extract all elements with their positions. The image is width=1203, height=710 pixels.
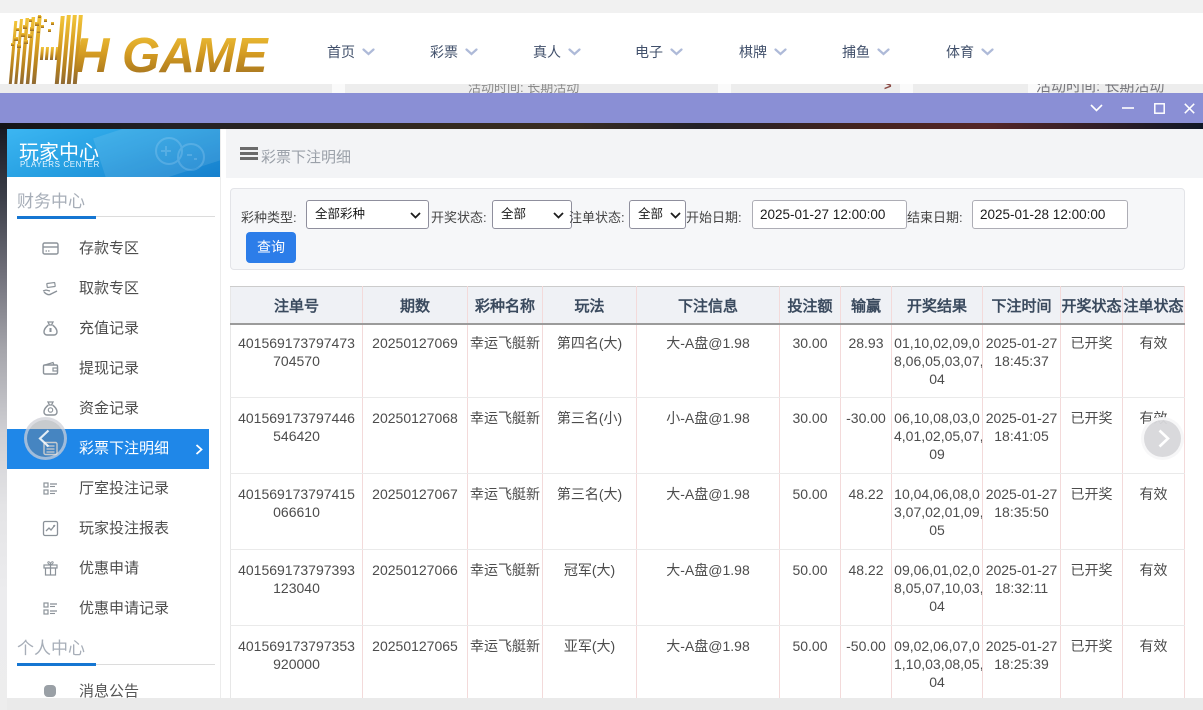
svg-text:H GAME: H GAME xyxy=(74,29,269,83)
